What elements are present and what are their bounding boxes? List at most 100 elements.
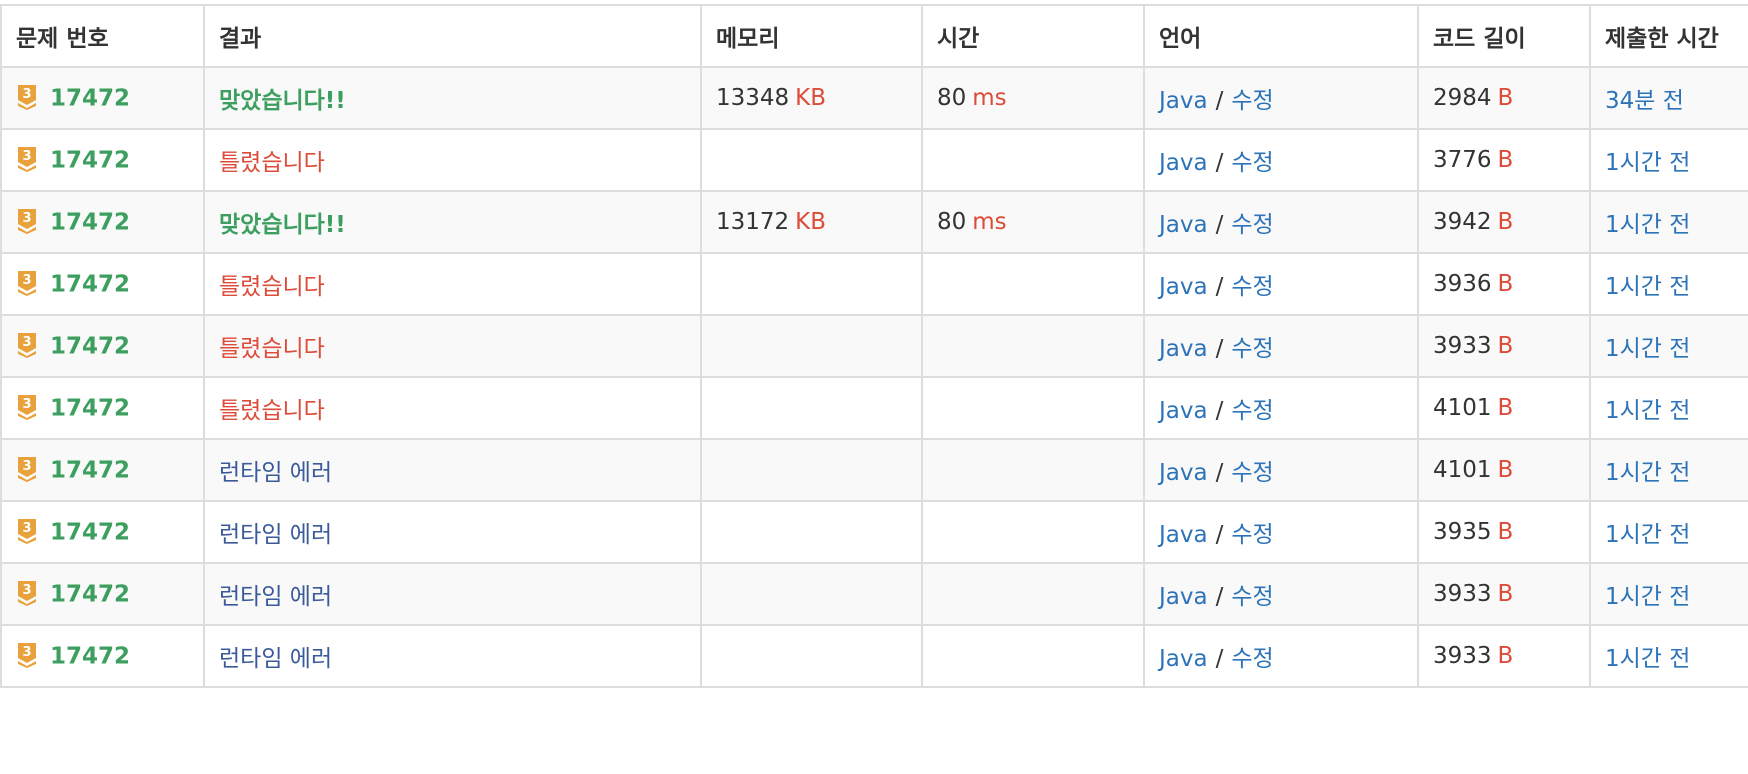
submitted-at-link[interactable]: 34분 전	[1605, 88, 1684, 114]
language-link[interactable]: Java	[1159, 398, 1208, 424]
bronze-tier-3-icon: 3	[18, 271, 36, 297]
bronze-tier-3-icon: 3	[18, 519, 36, 545]
table-row: 3 17472 틀렸습니다 Java / 수정 3933 B 1시간 전	[0, 314, 1748, 378]
memory-cell	[700, 128, 923, 192]
edit-link[interactable]: 수정	[1231, 646, 1273, 672]
language-link[interactable]: Java	[1159, 212, 1208, 238]
submitted-at-link[interactable]: 1시간 전	[1605, 336, 1690, 362]
submitted-at-link[interactable]: 1시간 전	[1605, 584, 1690, 610]
submitted-at-link[interactable]: 1시간 전	[1605, 274, 1690, 300]
problem-link[interactable]: 17472	[50, 333, 130, 359]
language-separator: /	[1215, 212, 1224, 238]
code-length-value: 2984	[1433, 85, 1492, 111]
problem-link[interactable]: 17472	[50, 457, 130, 483]
code-length-unit: B	[1497, 581, 1514, 607]
memory-cell	[700, 438, 923, 502]
code-length-cell: 3933 B	[1417, 314, 1591, 378]
code-length-value: 4101	[1433, 395, 1492, 421]
code-length-value: 3933	[1433, 333, 1492, 359]
code-length-unit: B	[1497, 643, 1514, 669]
language-cell: Java / 수정	[1143, 190, 1419, 254]
language-link[interactable]: Java	[1159, 584, 1208, 610]
problem-cell: 3 17472	[0, 562, 205, 626]
language-separator: /	[1215, 274, 1224, 300]
svg-text:3: 3	[22, 273, 31, 288]
language-cell: Java / 수정	[1143, 376, 1419, 440]
problem-link[interactable]: 17472	[50, 209, 130, 235]
edit-link[interactable]: 수정	[1231, 522, 1273, 548]
edit-link[interactable]: 수정	[1231, 150, 1273, 176]
bronze-tier-3-icon: 3	[18, 395, 36, 421]
code-length-unit: B	[1497, 519, 1514, 545]
language-link[interactable]: Java	[1159, 460, 1208, 486]
problem-link[interactable]: 17472	[50, 643, 130, 669]
result-cell: 틀렸습니다	[203, 252, 702, 316]
submitted-at-link[interactable]: 1시간 전	[1605, 460, 1690, 486]
edit-link[interactable]: 수정	[1231, 274, 1273, 300]
language-separator: /	[1215, 398, 1224, 424]
code-length-value: 3776	[1433, 147, 1492, 173]
header-problem: 문제 번호	[0, 4, 205, 68]
problem-link[interactable]: 17472	[50, 147, 130, 173]
svg-text:3: 3	[22, 335, 31, 350]
submitted-at-link[interactable]: 1시간 전	[1605, 150, 1690, 176]
result-label: 틀렸습니다	[219, 274, 325, 300]
submitted-at-cell: 1시간 전	[1589, 252, 1748, 316]
table-row: 3 17472 틀렸습니다 Java / 수정 4101 B 1시간 전	[0, 376, 1748, 440]
problem-link[interactable]: 17472	[50, 581, 130, 607]
edit-link[interactable]: 수정	[1231, 336, 1273, 362]
submitted-at-link[interactable]: 1시간 전	[1605, 212, 1690, 238]
memory-cell	[700, 562, 923, 626]
edit-link[interactable]: 수정	[1231, 460, 1273, 486]
language-link[interactable]: Java	[1159, 646, 1208, 672]
header-language: 언어	[1143, 4, 1419, 68]
edit-link[interactable]: 수정	[1231, 398, 1273, 424]
language-link[interactable]: Java	[1159, 336, 1208, 362]
result-cell: 틀렸습니다	[203, 128, 702, 192]
code-length-cell: 2984 B	[1417, 66, 1591, 130]
bronze-tier-3-icon: 3	[18, 643, 36, 669]
edit-link[interactable]: 수정	[1231, 212, 1273, 238]
time-cell	[921, 252, 1145, 316]
submitted-at-cell: 1시간 전	[1589, 128, 1748, 192]
code-length-unit: B	[1497, 147, 1514, 173]
time-value: 80	[937, 209, 967, 235]
problem-link[interactable]: 17472	[50, 519, 130, 545]
result-label: 맞았습니다!!	[219, 212, 346, 238]
time-cell	[921, 314, 1145, 378]
code-length-value: 3936	[1433, 271, 1492, 297]
result-label: 런타임 에러	[219, 646, 333, 672]
time-unit: ms	[972, 85, 1007, 111]
language-cell: Java / 수정	[1143, 314, 1419, 378]
language-separator: /	[1215, 336, 1224, 362]
svg-text:3: 3	[22, 521, 31, 536]
problem-link[interactable]: 17472	[50, 271, 130, 297]
code-length-value: 3933	[1433, 581, 1492, 607]
submitted-at-link[interactable]: 1시간 전	[1605, 398, 1690, 424]
edit-link[interactable]: 수정	[1231, 584, 1273, 610]
memory-cell	[700, 314, 923, 378]
language-link[interactable]: Java	[1159, 150, 1208, 176]
language-link[interactable]: Java	[1159, 274, 1208, 300]
bronze-tier-3-icon: 3	[18, 147, 36, 173]
bronze-tier-3-icon: 3	[18, 85, 36, 111]
submitted-at-link[interactable]: 1시간 전	[1605, 646, 1690, 672]
result-cell: 틀렸습니다	[203, 376, 702, 440]
language-link[interactable]: Java	[1159, 88, 1208, 114]
table-row: 3 17472 맞았습니다!! 13348 KB 80 ms Java / 수정 298…	[0, 66, 1748, 130]
header-result: 결과	[203, 4, 702, 68]
problem-link[interactable]: 17472	[50, 85, 130, 111]
code-length-value: 3933	[1433, 643, 1492, 669]
edit-link[interactable]: 수정	[1231, 88, 1273, 114]
submitted-at-link[interactable]: 1시간 전	[1605, 522, 1690, 548]
time-cell	[921, 376, 1145, 440]
language-link[interactable]: Java	[1159, 522, 1208, 548]
result-label: 런타임 에러	[219, 460, 333, 486]
table-row: 3 17472 런타임 에러 Java / 수정 3933 B 1시간 전	[0, 624, 1748, 688]
table-row: 3 17472 틀렸습니다 Java / 수정 3776 B 1시간 전	[0, 128, 1748, 192]
problem-link[interactable]: 17472	[50, 395, 130, 421]
result-cell: 런타임 에러	[203, 624, 702, 688]
svg-text:3: 3	[22, 211, 31, 226]
language-separator: /	[1215, 150, 1224, 176]
time-cell	[921, 500, 1145, 564]
